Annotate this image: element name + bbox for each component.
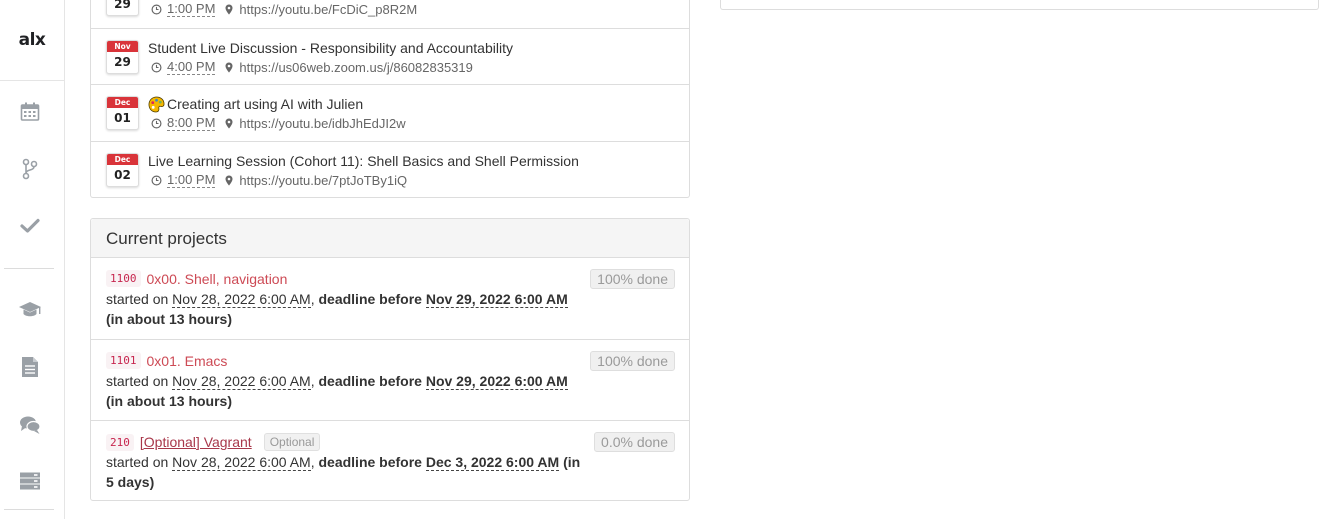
event-meta: 1:00 PM https://youtu.be/7ptJoTBy1iQ	[151, 173, 407, 188]
time-remaining: (in about 13 hours)	[106, 311, 232, 327]
alx-logo[interactable]: alx	[0, 30, 64, 50]
deadline-date: Nov 29, 2022 6:00 AM	[425, 373, 568, 390]
map-marker-icon	[225, 62, 233, 73]
clock-icon	[151, 118, 162, 129]
event-title[interactable]: Live Learning Session (Cohort 11): Shell…	[148, 153, 579, 169]
current-projects-panel: Current projects 1100 0x00. Shell, navig…	[90, 218, 690, 501]
event-item[interactable]: Dec 02 Live Learning Session (Cohort 11)…	[91, 141, 689, 198]
event-date-badge: 29	[106, 0, 139, 16]
project-dates: started on Nov 28, 2022 6:00 AM, deadlin…	[106, 373, 568, 409]
project-link[interactable]: [Optional] Vagrant	[140, 434, 252, 450]
sidebar-divider	[4, 509, 54, 510]
branch-icon[interactable]	[17, 156, 43, 182]
event-title-text: Creating art using AI with Julien	[167, 96, 364, 112]
event-time: 1:00 PM	[167, 1, 216, 17]
start-date: Nov 28, 2022 6:00 AM	[172, 373, 311, 390]
progress-badge: 100% done	[590, 269, 675, 289]
project-id: 210	[106, 433, 134, 451]
deadline-label: deadline before	[318, 373, 422, 389]
event-meta: 8:00 PM https://youtu.be/idbJhEdJI2w	[151, 116, 406, 131]
project-id: 1101	[106, 352, 141, 369]
event-date-badge: Dec 02	[106, 153, 139, 187]
project-link[interactable]: 0x00. Shell, navigation	[147, 271, 288, 287]
event-link[interactable]: https://us06web.zoom.us/j/86082835319	[239, 60, 472, 75]
server-icon[interactable]	[17, 468, 43, 494]
sidebar-divider	[0, 80, 64, 81]
event-day: 29	[114, 0, 131, 11]
event-day: 29	[114, 55, 131, 69]
started-label: started on	[106, 291, 173, 307]
started-label: started on	[106, 373, 173, 389]
progress-badge: 100% done	[590, 351, 675, 371]
event-title[interactable]: Student Live Discussion - Responsibility…	[148, 40, 513, 56]
event-item[interactable]: 29 1:00 PM https://youtu.be/FcDiC_p8R2M	[91, 0, 689, 28]
chat-icon[interactable]	[17, 412, 43, 438]
event-item[interactable]: Dec 01 Creating art using AI with Julien…	[91, 84, 689, 141]
progress-badge: 0.0% done	[594, 432, 675, 452]
sidebar-divider	[4, 268, 54, 269]
map-marker-icon	[225, 118, 233, 129]
upcoming-events-list: 29 1:00 PM https://youtu.be/FcDiC_p8R2M …	[90, 0, 690, 198]
artist-palette-icon	[148, 96, 165, 113]
check-icon[interactable]	[17, 213, 43, 239]
right-panel	[720, 0, 1319, 10]
deadline-date: Nov 29, 2022 6:00 AM	[425, 291, 568, 308]
start-date: Nov 28, 2022 6:00 AM	[172, 454, 311, 471]
event-time: 4:00 PM	[167, 59, 216, 75]
start-date: Nov 28, 2022 6:00 AM	[172, 291, 311, 308]
project-dates: started on Nov 28, 2022 6:00 AM, deadlin…	[106, 291, 568, 327]
event-link[interactable]: https://youtu.be/7ptJoTBy1iQ	[239, 173, 407, 188]
clock-icon	[151, 175, 162, 186]
event-month: Nov	[107, 41, 138, 52]
time-remaining: (in about 13 hours)	[106, 393, 232, 409]
project-id: 1100	[106, 270, 141, 287]
panel-title: Current projects	[91, 219, 689, 258]
deadline-label: deadline before	[318, 454, 422, 470]
clock-icon	[151, 4, 162, 15]
event-day: 01	[114, 111, 131, 125]
deadline-label: deadline before	[318, 291, 422, 307]
map-marker-icon	[225, 4, 233, 15]
event-month: Dec	[107, 97, 138, 108]
clock-icon	[151, 62, 162, 73]
event-month: Dec	[107, 154, 138, 165]
project-item: 1101 0x01. Emacs 100% done started on No…	[91, 339, 689, 420]
event-link[interactable]: https://youtu.be/FcDiC_p8R2M	[239, 2, 417, 17]
event-meta: 1:00 PM https://youtu.be/FcDiC_p8R2M	[151, 2, 417, 17]
event-item[interactable]: Nov 29 Student Live Discussion - Respons…	[91, 28, 689, 85]
event-date-badge: Nov 29	[106, 40, 139, 74]
map-marker-icon	[225, 175, 233, 186]
document-icon[interactable]	[17, 354, 43, 380]
event-date-badge: Dec 01	[106, 96, 139, 130]
calendar-icon[interactable]	[17, 99, 43, 125]
started-label: started on	[106, 454, 173, 470]
event-day: 02	[114, 168, 131, 182]
project-item: 1100 0x00. Shell, navigation 100% done s…	[91, 258, 689, 339]
event-link[interactable]: https://youtu.be/idbJhEdJI2w	[239, 116, 405, 131]
project-dates: started on Nov 28, 2022 6:00 AM, deadlin…	[106, 454, 581, 490]
graduation-cap-icon[interactable]	[17, 297, 43, 323]
event-time: 1:00 PM	[167, 172, 216, 188]
project-item: 210 [Optional] Vagrant Optional 0.0% don…	[91, 420, 689, 501]
sidebar: alx	[0, 0, 65, 519]
event-title[interactable]: Creating art using AI with Julien	[148, 96, 363, 113]
optional-badge: Optional	[263, 433, 321, 451]
event-time: 8:00 PM	[167, 115, 216, 131]
project-link[interactable]: 0x01. Emacs	[147, 353, 228, 369]
event-meta: 4:00 PM https://us06web.zoom.us/j/860828…	[151, 60, 473, 75]
deadline-date: Dec 3, 2022 6:00 AM	[425, 454, 560, 471]
